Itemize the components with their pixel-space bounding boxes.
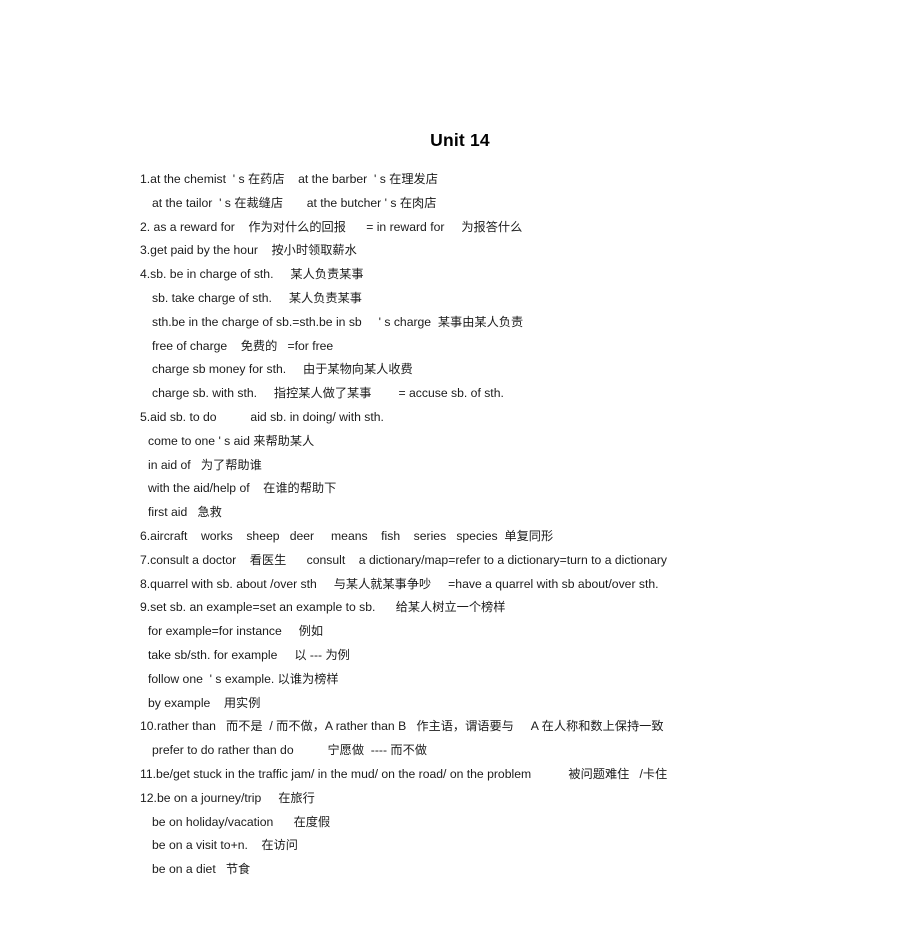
document-line: sb. take charge of sth. 某人负责某事 [152,290,362,305]
document-line: take sb/sth. for example 以 --- 为例 [148,647,350,662]
document-line: 6.aircraft works sheep deer means fish s… [140,528,554,543]
document-line: be on a visit to+n. 在访问 [152,838,298,853]
document-line: free of charge 免费的 =for free [152,338,334,353]
document-line: 3.get paid by the hour 按小时领取薪水 [140,243,357,258]
document-page: Unit 14 1.at the chemist ' s 在药店 at the … [0,0,920,948]
document-line: 11.be/get stuck in the traffic jam/ in t… [140,766,668,781]
document-line: follow one ' s example. 以谁为榜样 [148,671,339,686]
document-line: be on a diet 节食 [152,862,251,877]
document-line: prefer to do rather than do 宁愿做 ---- 而不做 [152,743,427,758]
document-line: 1.at the chemist ' s 在药店 at the barber '… [140,172,438,186]
document-line: 10.rather than 而不是 / 而不做，A rather than B… [140,719,664,734]
document-line: at the tailor ' s 在裁缝店 at the butcher ' … [152,195,437,210]
document-line: 7.consult a doctor 看医生 consult a diction… [140,552,668,567]
document-line: in aid of 为了帮助谁 [148,457,262,472]
document-line: 2. as a reward for 作为对什么的回报 = in reward … [140,219,523,234]
document-line: 9.set sb. an example=set an example to s… [140,600,506,615]
document-line: with the aid/help of 在谁的帮助下 [148,481,337,496]
document-line: come to one ' s aid 来帮助某人 [148,433,315,448]
document-line: first aid 急救 [148,505,222,520]
document-line: charge sb. with sth. 指控某人做了某事 = accuse s… [152,386,504,401]
document-line: 12.be on a journey/trip 在旅行 [140,790,315,805]
document-line: sth.be in the charge of sb.=sth.be in sb… [152,314,524,329]
document-line: be on holiday/vacation 在度假 [152,814,331,829]
document-body: 1.at the chemist ' s 在药店 at the barber '… [140,168,880,882]
document-line: 4.sb. be in charge of sth. 某人负责某事 [140,267,364,282]
document-line: charge sb money for sth. 由于某物向某人收费 [152,362,413,377]
document-line: 5.aid sb. to do aid sb. in doing/ with s… [140,409,384,424]
document-line: 8.quarrel with sb. about /over sth 与某人就某… [140,576,659,591]
page-title: Unit 14 [430,130,490,150]
document-line: for example=for instance 例如 [148,624,324,639]
document-line: by example 用实例 [148,695,261,710]
